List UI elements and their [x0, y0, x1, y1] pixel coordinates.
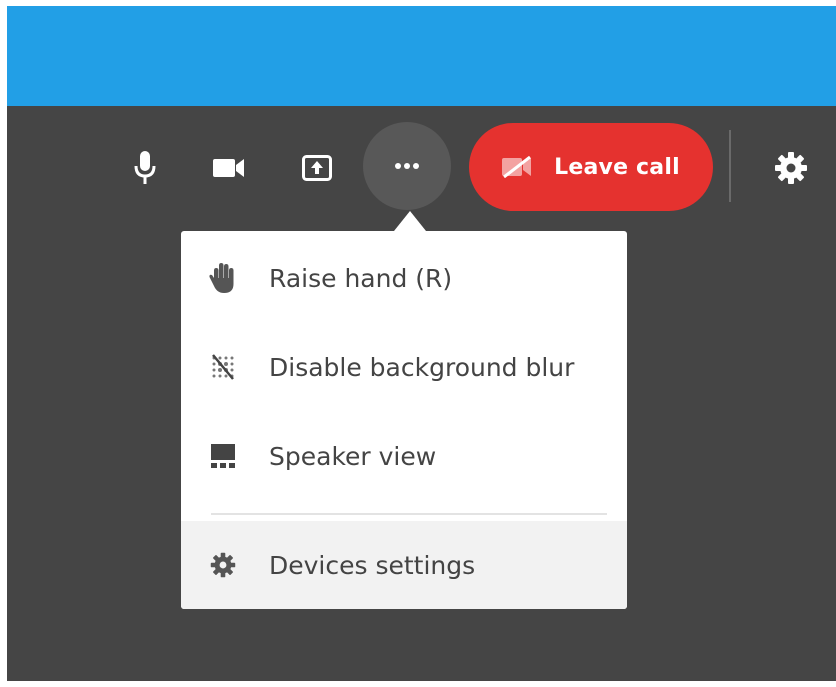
menu-item-label: Raise hand (R): [269, 263, 453, 293]
blur-off-icon: [207, 351, 239, 383]
video-area: [7, 6, 836, 106]
settings-button[interactable]: [769, 146, 813, 190]
leave-call-label: Leave call: [554, 154, 680, 180]
menu-divider: [211, 513, 607, 515]
menu-caret: [394, 211, 426, 231]
leave-call-button[interactable]: Leave call: [469, 123, 713, 211]
hangup-icon: [502, 156, 532, 178]
hand-icon: [207, 262, 239, 294]
toolbar-divider: [729, 130, 731, 202]
menu-item-devices-settings[interactable]: Devices settings: [181, 521, 627, 609]
more-options-icon: [395, 163, 419, 169]
speaker-view-icon: [207, 440, 239, 472]
gear-icon: [207, 549, 239, 581]
microphone-button[interactable]: [125, 144, 165, 192]
gear-icon: [775, 152, 807, 184]
menu-item-raise-hand[interactable]: Raise hand (R): [181, 234, 627, 322]
call-window: Leave call Raise hand (R) Disable backgr…: [7, 6, 836, 681]
menu-item-label: Devices settings: [269, 550, 476, 580]
screen-share-button[interactable]: [297, 148, 337, 188]
video-camera-icon: [213, 159, 244, 177]
menu-item-disable-background-blur[interactable]: Disable background blur: [181, 323, 627, 411]
more-options-menu: Raise hand (R) Disable background blur S…: [181, 231, 627, 609]
menu-item-speaker-view[interactable]: Speaker view: [181, 412, 627, 500]
microphone-icon: [134, 151, 156, 184]
screen-share-icon: [302, 155, 332, 181]
menu-item-label: Speaker view: [269, 441, 437, 471]
more-options-button[interactable]: [363, 122, 451, 210]
menu-item-label: Disable background blur: [269, 352, 575, 382]
camera-button[interactable]: [207, 148, 251, 188]
